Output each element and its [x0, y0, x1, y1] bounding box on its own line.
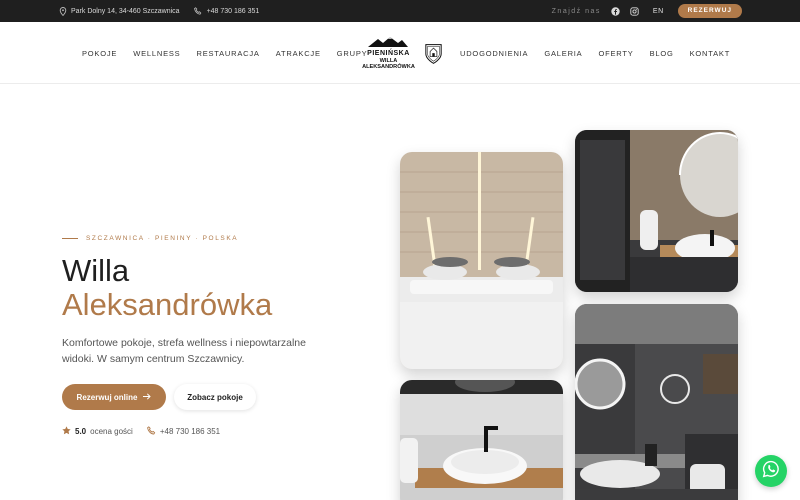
nav-item-oferty[interactable]: OFERTY: [598, 49, 633, 58]
nav-item-wellness[interactable]: WELLNESS: [133, 49, 180, 58]
nav-left: POKOJE WELLNESS RESTAURACJA ATRAKCJE GRU…: [82, 22, 367, 84]
gallery-photo-bathroom-1[interactable]: [575, 130, 738, 292]
top-reserve-button[interactable]: REZERWUJ: [677, 4, 742, 18]
hero-title: Willa Aleksandrówka: [62, 254, 272, 322]
hero-meta: 5.0 ocena gości +48 730 186 351: [62, 426, 220, 437]
nav-right: UDOGODNIENIA GALERIA OFERTY BLOG KONTAKT: [460, 22, 730, 84]
rating-value: 5.0: [75, 427, 87, 436]
hero-phone[interactable]: +48 730 186 351: [146, 426, 221, 437]
phone-item[interactable]: +48 730 186 351: [194, 7, 260, 16]
rating-label: ocena gości: [90, 427, 133, 436]
address-item[interactable]: Park Dolny 14, 34-460 Szczawnica: [58, 6, 180, 16]
logo-line-1: PIENIŃSKA: [367, 49, 410, 57]
hero-lead: Komfortowe pokoje, strefa wellness i nie…: [62, 337, 306, 365]
address-text: Park Dolny 14, 34-460 Szczawnica: [71, 7, 180, 15]
facebook-icon[interactable]: [611, 6, 620, 16]
whatsapp-icon: [762, 460, 780, 483]
logo-line-2: WILLA ALEKSANDRÓWKA: [362, 57, 415, 71]
crest-icon: [425, 44, 442, 64]
gallery-photo-bedroom[interactable]: [400, 152, 563, 369]
nav-item-restauracja[interactable]: RESTAURACJA: [196, 49, 259, 58]
eyebrow-divider: [62, 238, 78, 239]
whatsapp-button[interactable]: [755, 455, 787, 487]
nav-item-atrakcje[interactable]: ATRAKCJE: [276, 49, 321, 58]
mountains-icon: [368, 37, 409, 48]
see-rooms-button[interactable]: Zobacz pokoje: [174, 384, 256, 410]
nav-item-udogodnienia[interactable]: UDOGODNIENIA: [460, 49, 528, 58]
eyebrow-text: SZCZAWNICA · PIENINY · POLSKA: [86, 235, 239, 242]
gallery-photo-bathroom-2[interactable]: [400, 380, 563, 500]
phone-icon: [194, 7, 203, 16]
map-pin-icon: [58, 6, 67, 16]
instagram-icon[interactable]: [630, 6, 639, 16]
star-icon: [62, 426, 71, 437]
hero-eyebrow: SZCZAWNICA · PIENINY · POLSKA: [62, 235, 238, 242]
reserve-online-button[interactable]: Rezerwuj online: [62, 384, 166, 410]
hero-title-line-1: Willa: [62, 253, 130, 288]
phone-text: +48 730 186 351: [206, 7, 260, 15]
hero-title-line-2: Aleksandrówka: [62, 287, 273, 322]
find-us-label: Znajdź nas: [551, 7, 601, 15]
rating: 5.0 ocena gości: [62, 426, 133, 437]
nav-item-galeria[interactable]: GALERIA: [544, 49, 582, 58]
site-logo[interactable]: PIENIŃSKA WILLA ALEKSANDRÓWKA: [358, 37, 442, 70]
arrow-right-icon: [143, 392, 152, 402]
nav-item-blog[interactable]: BLOG: [650, 49, 674, 58]
phone-icon: [146, 426, 156, 437]
nav-item-pokoje[interactable]: POKOJE: [82, 49, 117, 58]
top-right: Znajdź nas EN REZERWUJ: [552, 0, 742, 22]
hero-phone-text: +48 730 186 351: [159, 427, 221, 436]
top-contact: Park Dolny 14, 34-460 Szczawnica +48 730…: [58, 0, 259, 22]
gallery-photo-bathroom-3[interactable]: [575, 304, 738, 500]
main-nav: POKOJE WELLNESS RESTAURACJA ATRAKCJE GRU…: [0, 22, 800, 84]
top-bar: Park Dolny 14, 34-460 Szczawnica +48 730…: [0, 0, 800, 22]
reserve-online-label: Rezerwuj online: [76, 392, 138, 402]
nav-item-kontakt[interactable]: KONTAKT: [690, 49, 730, 58]
logo-wordmark: PIENIŃSKA WILLA ALEKSANDRÓWKA: [358, 37, 419, 70]
language-switch[interactable]: EN: [649, 8, 668, 15]
